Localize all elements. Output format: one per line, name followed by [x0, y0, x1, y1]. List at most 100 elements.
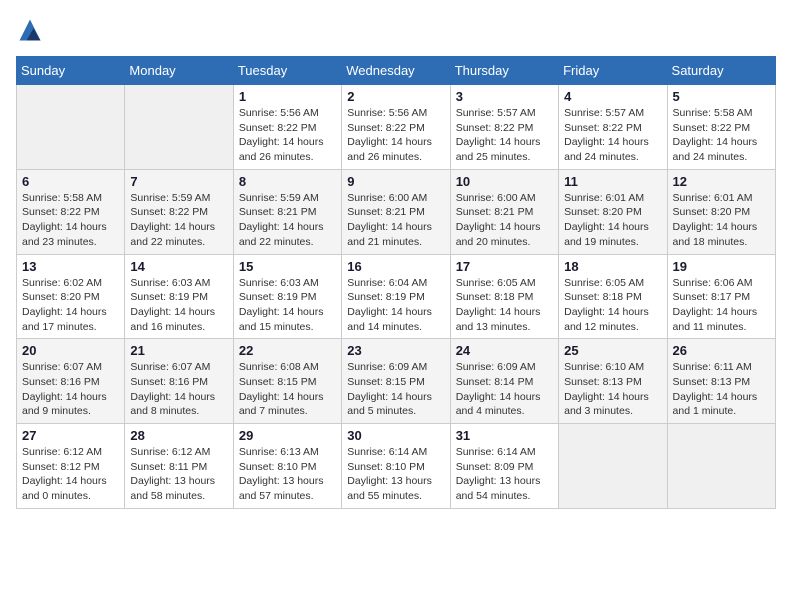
- day-info: Sunrise: 5:57 AM Sunset: 8:22 PM Dayligh…: [564, 106, 661, 165]
- calendar-cell: 18 Sunrise: 6:05 AM Sunset: 8:18 PM Dayli…: [559, 254, 667, 339]
- day-info: Sunrise: 6:05 AM Sunset: 8:18 PM Dayligh…: [564, 276, 661, 335]
- header-saturday: Saturday: [667, 57, 775, 85]
- day-number: 19: [673, 259, 770, 274]
- page-header: [16, 16, 776, 44]
- calendar-cell: 5Sunrise: 5:58 AM Sunset: 8:22 PM Daylig…: [667, 85, 775, 170]
- day-number: 20: [22, 343, 119, 358]
- calendar-cell: 10 Sunrise: 6:00 AM Sunset: 8:21 PM Dayli…: [450, 169, 558, 254]
- calendar-cell: 7 Sunrise: 5:59 AM Sunset: 8:22 PM Daylig…: [125, 169, 233, 254]
- calendar-cell: 25 Sunrise: 6:10 AM Sunset: 8:13 PM Dayli…: [559, 339, 667, 424]
- day-info: Sunrise: 6:07 AM Sunset: 8:16 PM Dayligh…: [130, 360, 227, 419]
- calendar-week-3: 13Sunrise: 6:02 AM Sunset: 8:20 PM Dayli…: [17, 254, 776, 339]
- day-info: Sunrise: 5:56 AM Sunset: 8:22 PM Dayligh…: [239, 106, 336, 165]
- calendar-cell: 1 Sunrise: 5:56 AM Sunset: 8:22 PM Daylig…: [233, 85, 341, 170]
- day-info: Sunrise: 6:14 AM Sunset: 8:09 PM Dayligh…: [456, 445, 553, 504]
- calendar-cell: 17Sunrise: 6:05 AM Sunset: 8:18 PM Dayli…: [450, 254, 558, 339]
- calendar-cell: 12 Sunrise: 6:01 AM Sunset: 8:20 PM Dayli…: [667, 169, 775, 254]
- day-info: Sunrise: 6:01 AM Sunset: 8:20 PM Dayligh…: [564, 191, 661, 250]
- day-number: 1: [239, 89, 336, 104]
- calendar-cell: 21 Sunrise: 6:07 AM Sunset: 8:16 PM Dayli…: [125, 339, 233, 424]
- day-number: 6: [22, 174, 119, 189]
- day-number: 3: [456, 89, 553, 104]
- logo: [16, 16, 48, 44]
- calendar-cell: 3 Sunrise: 5:57 AM Sunset: 8:22 PM Daylig…: [450, 85, 558, 170]
- calendar-cell: [17, 85, 125, 170]
- day-info: Sunrise: 6:10 AM Sunset: 8:13 PM Dayligh…: [564, 360, 661, 419]
- calendar-week-5: 27 Sunrise: 6:12 AM Sunset: 8:12 PM Dayli…: [17, 424, 776, 509]
- calendar-table: SundayMondayTuesdayWednesdayThursdayFrid…: [16, 56, 776, 509]
- day-number: 16: [347, 259, 444, 274]
- day-info: Sunrise: 6:13 AM Sunset: 8:10 PM Dayligh…: [239, 445, 336, 504]
- day-number: 27: [22, 428, 119, 443]
- calendar-cell: 24 Sunrise: 6:09 AM Sunset: 8:14 PM Dayli…: [450, 339, 558, 424]
- day-number: 14: [130, 259, 227, 274]
- calendar-cell: 4Sunrise: 5:57 AM Sunset: 8:22 PM Daylig…: [559, 85, 667, 170]
- header-sunday: Sunday: [17, 57, 125, 85]
- calendar-cell: 11 Sunrise: 6:01 AM Sunset: 8:20 PM Dayli…: [559, 169, 667, 254]
- day-number: 15: [239, 259, 336, 274]
- day-number: 21: [130, 343, 227, 358]
- day-number: 7: [130, 174, 227, 189]
- calendar-cell: 2Sunrise: 5:56 AM Sunset: 8:22 PM Daylig…: [342, 85, 450, 170]
- logo-icon: [16, 16, 44, 44]
- day-number: 12: [673, 174, 770, 189]
- calendar-week-1: 1 Sunrise: 5:56 AM Sunset: 8:22 PM Daylig…: [17, 85, 776, 170]
- day-number: 24: [456, 343, 553, 358]
- calendar-week-4: 20 Sunrise: 6:07 AM Sunset: 8:16 PM Dayli…: [17, 339, 776, 424]
- calendar-cell: 8 Sunrise: 5:59 AM Sunset: 8:21 PM Daylig…: [233, 169, 341, 254]
- day-number: 11: [564, 174, 661, 189]
- calendar-cell: 20 Sunrise: 6:07 AM Sunset: 8:16 PM Dayli…: [17, 339, 125, 424]
- day-info: Sunrise: 6:03 AM Sunset: 8:19 PM Dayligh…: [239, 276, 336, 335]
- day-number: 22: [239, 343, 336, 358]
- day-number: 30: [347, 428, 444, 443]
- day-info: Sunrise: 6:06 AM Sunset: 8:17 PM Dayligh…: [673, 276, 770, 335]
- day-number: 9: [347, 174, 444, 189]
- day-info: Sunrise: 6:02 AM Sunset: 8:20 PM Dayligh…: [22, 276, 119, 335]
- day-number: 5: [673, 89, 770, 104]
- day-number: 26: [673, 343, 770, 358]
- day-number: 8: [239, 174, 336, 189]
- calendar-cell: 22 Sunrise: 6:08 AM Sunset: 8:15 PM Dayli…: [233, 339, 341, 424]
- day-info: Sunrise: 6:11 AM Sunset: 8:13 PM Dayligh…: [673, 360, 770, 419]
- calendar-cell: [667, 424, 775, 509]
- calendar-cell: [125, 85, 233, 170]
- calendar-header-row: SundayMondayTuesdayWednesdayThursdayFrid…: [17, 57, 776, 85]
- day-info: Sunrise: 6:07 AM Sunset: 8:16 PM Dayligh…: [22, 360, 119, 419]
- day-info: Sunrise: 5:59 AM Sunset: 8:22 PM Dayligh…: [130, 191, 227, 250]
- header-thursday: Thursday: [450, 57, 558, 85]
- calendar-cell: 31 Sunrise: 6:14 AM Sunset: 8:09 PM Dayli…: [450, 424, 558, 509]
- day-number: 23: [347, 343, 444, 358]
- day-info: Sunrise: 6:09 AM Sunset: 8:14 PM Dayligh…: [456, 360, 553, 419]
- calendar-cell: [559, 424, 667, 509]
- day-info: Sunrise: 5:57 AM Sunset: 8:22 PM Dayligh…: [456, 106, 553, 165]
- day-number: 29: [239, 428, 336, 443]
- day-info: Sunrise: 6:00 AM Sunset: 8:21 PM Dayligh…: [456, 191, 553, 250]
- day-number: 31: [456, 428, 553, 443]
- day-info: Sunrise: 5:59 AM Sunset: 8:21 PM Dayligh…: [239, 191, 336, 250]
- calendar-cell: 6Sunrise: 5:58 AM Sunset: 8:22 PM Daylig…: [17, 169, 125, 254]
- day-number: 10: [456, 174, 553, 189]
- header-friday: Friday: [559, 57, 667, 85]
- day-info: Sunrise: 6:08 AM Sunset: 8:15 PM Dayligh…: [239, 360, 336, 419]
- header-wednesday: Wednesday: [342, 57, 450, 85]
- calendar-cell: 14Sunrise: 6:03 AM Sunset: 8:19 PM Dayli…: [125, 254, 233, 339]
- calendar-week-2: 6Sunrise: 5:58 AM Sunset: 8:22 PM Daylig…: [17, 169, 776, 254]
- day-info: Sunrise: 6:14 AM Sunset: 8:10 PM Dayligh…: [347, 445, 444, 504]
- calendar-cell: 23 Sunrise: 6:09 AM Sunset: 8:15 PM Dayli…: [342, 339, 450, 424]
- day-info: Sunrise: 6:09 AM Sunset: 8:15 PM Dayligh…: [347, 360, 444, 419]
- calendar-cell: 16 Sunrise: 6:04 AM Sunset: 8:19 PM Dayli…: [342, 254, 450, 339]
- header-tuesday: Tuesday: [233, 57, 341, 85]
- day-info: Sunrise: 6:12 AM Sunset: 8:12 PM Dayligh…: [22, 445, 119, 504]
- calendar-cell: 26 Sunrise: 6:11 AM Sunset: 8:13 PM Dayli…: [667, 339, 775, 424]
- calendar-cell: 9 Sunrise: 6:00 AM Sunset: 8:21 PM Daylig…: [342, 169, 450, 254]
- day-info: Sunrise: 6:00 AM Sunset: 8:21 PM Dayligh…: [347, 191, 444, 250]
- day-info: Sunrise: 6:01 AM Sunset: 8:20 PM Dayligh…: [673, 191, 770, 250]
- day-number: 2: [347, 89, 444, 104]
- calendar-cell: 28Sunrise: 6:12 AM Sunset: 8:11 PM Dayli…: [125, 424, 233, 509]
- day-number: 25: [564, 343, 661, 358]
- header-monday: Monday: [125, 57, 233, 85]
- calendar-cell: 27 Sunrise: 6:12 AM Sunset: 8:12 PM Dayli…: [17, 424, 125, 509]
- day-info: Sunrise: 6:04 AM Sunset: 8:19 PM Dayligh…: [347, 276, 444, 335]
- day-number: 18: [564, 259, 661, 274]
- calendar-cell: 19 Sunrise: 6:06 AM Sunset: 8:17 PM Dayli…: [667, 254, 775, 339]
